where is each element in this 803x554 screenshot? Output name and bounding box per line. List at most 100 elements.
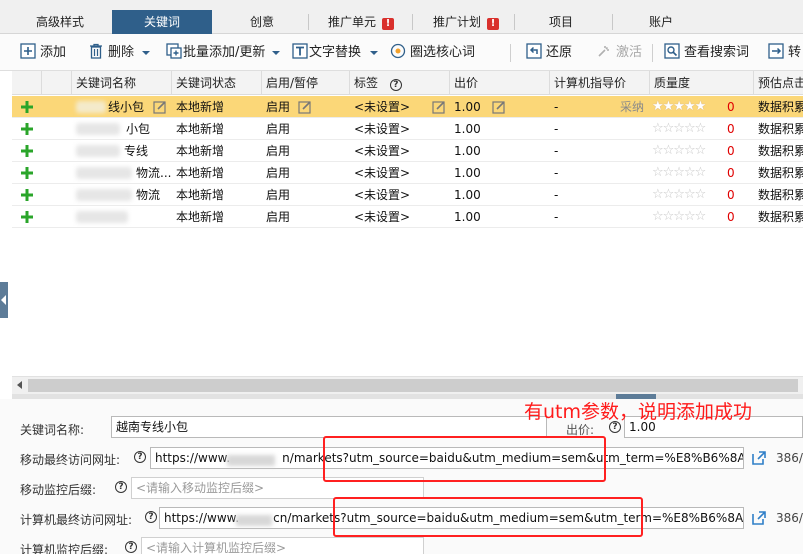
quality-score: 0: [727, 210, 735, 224]
header-est-click[interactable]: 预估点击: [754, 71, 803, 95]
header-tag[interactable]: 标签 ?: [350, 71, 450, 95]
keyword-bid: 1.00: [454, 100, 481, 114]
restore-icon: [526, 43, 542, 59]
warning-icon: !: [382, 18, 394, 30]
keyword-tag: <未设置>: [354, 144, 411, 158]
keyword-bid: 1.00: [454, 144, 481, 158]
mobile-url-label: 移动最终访问网址:: [20, 453, 121, 467]
chevron-down-icon[interactable]: [369, 43, 379, 63]
edit-icon[interactable]: [153, 100, 167, 114]
tab-creative[interactable]: 创意: [224, 10, 300, 34]
table-row[interactable]: 物流 本地新增 启用 <未设置> 1.00 - ☆☆☆☆☆ 0 数据积累: [12, 184, 803, 206]
trash-icon: [90, 43, 102, 59]
keyword-bid: 1.00: [454, 188, 481, 202]
text-replace-button[interactable]: 文字替换: [292, 43, 361, 63]
mobile-url-prefix: https://www.: [155, 451, 231, 465]
pc-suffix-field[interactable]: <请输入计算机监控后缀>: [141, 537, 424, 554]
chevron-down-icon[interactable]: [141, 43, 151, 63]
est-click: 数据积累: [758, 122, 803, 136]
restore-button[interactable]: 还原: [526, 43, 572, 63]
table-row[interactable]: 专线 本地新增 启用 <未设置> 1.00 - ☆☆☆☆☆ 0 数据积累: [12, 140, 803, 162]
tab-advanced-style[interactable]: 高级样式: [20, 10, 100, 34]
quality-stars: ☆☆☆☆☆: [652, 143, 706, 158]
tab-account[interactable]: 账户: [624, 10, 698, 34]
keyword-name-field[interactable]: 越南专线小包: [111, 416, 547, 438]
keyword-enabled: 启用: [266, 188, 291, 202]
expand-plus-icon[interactable]: [20, 188, 34, 202]
quality-score: 0: [727, 100, 735, 114]
keyword-guide-price: -: [554, 210, 559, 224]
help-icon[interactable]: ?: [115, 481, 127, 493]
expand-plus-icon[interactable]: [20, 122, 34, 136]
quality-stars: ☆☆☆☆☆: [652, 209, 706, 224]
adopt-link[interactable]: 采纳: [616, 96, 650, 118]
quality-stars: ☆☆☆☆☆: [652, 165, 706, 180]
convert-icon: [768, 43, 784, 59]
help-icon[interactable]: ?: [389, 79, 402, 91]
delete-button[interactable]: 删除: [88, 43, 134, 63]
edit-icon[interactable]: [432, 100, 446, 114]
edit-icon[interactable]: [492, 100, 506, 114]
annotation-text: 有utm参数，说明添加成功: [524, 401, 753, 423]
quality-score: 0: [727, 144, 735, 158]
table-row[interactable]: 物流... 本地新增 启用 <未设置> 1.00 - ☆☆☆☆☆ 0 数据积累: [12, 162, 803, 184]
expand-plus-icon[interactable]: [20, 166, 34, 180]
view-search-terms-button[interactable]: 查看搜索词: [664, 43, 749, 63]
convert-button[interactable]: 转: [768, 43, 801, 63]
keyword-enabled: 启用: [266, 100, 291, 114]
core-label: 圈选核心词: [410, 45, 476, 60]
keyword-name: 物流: [136, 188, 161, 202]
keyword-bid: 1.00: [454, 166, 481, 180]
expand-plus-icon[interactable]: [20, 100, 34, 114]
add-button[interactable]: 添加: [20, 43, 66, 63]
tab-project[interactable]: 项目: [524, 10, 598, 34]
est-click: 数据积累: [758, 166, 803, 180]
quality-score: 0: [727, 188, 735, 202]
keyword-name: 专线: [124, 144, 149, 158]
help-icon[interactable]: ?: [145, 511, 157, 523]
tab-keywords[interactable]: 关键词: [112, 10, 212, 34]
pc-url-label: 计算机最终访问网址:: [20, 513, 133, 527]
batch-add-update-button[interactable]: 批量添加/更新: [166, 43, 265, 63]
scroll-left-icon[interactable]: [17, 381, 22, 389]
chevron-down-icon[interactable]: [271, 43, 281, 63]
help-icon[interactable]: ?: [134, 451, 146, 463]
edit-icon[interactable]: [298, 100, 312, 114]
tab-campaign[interactable]: 推广计划!: [418, 10, 514, 34]
keyword-tag: <未设置>: [354, 210, 411, 224]
expand-plus-icon[interactable]: [20, 144, 34, 158]
header-blank: [42, 71, 72, 95]
header-bid[interactable]: 出价: [450, 71, 550, 95]
header-guide-price[interactable]: 计算机指导价: [550, 71, 650, 95]
expand-plus-icon[interactable]: [20, 210, 34, 224]
horizontal-scrollbar[interactable]: [12, 376, 803, 394]
annotation-box: [333, 497, 643, 537]
target-icon: [390, 43, 406, 59]
mobile-url-counter: 386/: [776, 451, 803, 465]
open-link-icon[interactable]: [751, 450, 767, 466]
warning-icon: !: [487, 18, 499, 30]
est-click: 数据积累: [758, 210, 803, 224]
activate-button[interactable]: 激活: [596, 43, 642, 63]
tab-ad-unit[interactable]: 推广单元!: [316, 10, 406, 34]
select-core-words-button[interactable]: 圈选核心词: [390, 43, 475, 63]
scrollbar-thumb[interactable]: [28, 379, 798, 392]
table-row[interactable]: 小包 本地新增 启用 <未设置> 1.00 - ☆☆☆☆☆ 0 数据积累: [12, 118, 803, 140]
header-quality[interactable]: 质量度: [650, 71, 754, 95]
convert-label: 转: [788, 45, 802, 60]
keyword-tag: <未设置>: [354, 166, 411, 180]
header-enabled[interactable]: 启用/暂停: [262, 71, 350, 95]
keyword-tag: <未设置>: [354, 188, 411, 202]
table-row[interactable]: 本地新增 启用 <未设置> 1.00 - ☆☆☆☆☆ 0 数据积累: [12, 206, 803, 228]
header-keyword-name[interactable]: 关键词名称: [72, 71, 172, 95]
table-row[interactable]: 线小包 本地新增 启用 <未设置> 1.00 - 采纳 ★★★★★ 0 数据积累: [12, 96, 803, 118]
open-link-icon[interactable]: [751, 510, 767, 526]
help-icon[interactable]: ?: [125, 541, 137, 553]
header-keyword-status[interactable]: 关键词状态: [172, 71, 262, 95]
quality-stars: ★★★★★: [652, 99, 706, 114]
collapse-panel-handle[interactable]: [0, 282, 8, 318]
pc-suffix-label: 计算机监控后缀:: [20, 543, 109, 554]
add-label: 添加: [40, 45, 67, 60]
text-replace-icon: [292, 43, 308, 59]
keyword-name: 小包: [126, 122, 151, 136]
